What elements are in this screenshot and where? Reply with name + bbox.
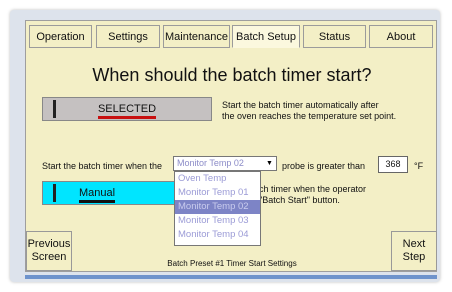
dropdown-option[interactable]: Monitor Temp 01 — [175, 186, 260, 200]
auto-start-button[interactable]: SELECTED — [42, 97, 212, 121]
page-title: When should the batch timer start? — [92, 65, 372, 85]
manual-indicator-bar — [78, 200, 116, 203]
auto-start-description: Start the batch timer automatically afte… — [222, 100, 397, 121]
tab-label: Status — [318, 30, 351, 43]
dropdown-option[interactable]: Monitor Temp 04 — [175, 228, 260, 242]
manual-start-label: Manual — [78, 187, 116, 203]
tab-status[interactable]: Status — [303, 25, 366, 48]
tab-settings[interactable]: Settings — [96, 25, 160, 48]
chevron-down-icon[interactable]: ▼ — [264, 158, 275, 169]
tab-batch-setup[interactable]: Batch Setup — [232, 25, 300, 48]
probe-select-value: Monitor Temp 02 — [177, 158, 244, 168]
manual-start-description: ch timer when the operator "Batch Start"… — [259, 184, 367, 205]
tab-about[interactable]: About — [369, 25, 433, 48]
dropdown-option[interactable]: Monitor Temp 03 — [175, 214, 260, 228]
tab-label: Maintenance — [165, 30, 228, 43]
tab-label: Settings — [108, 30, 148, 43]
dropdown-option[interactable]: Oven Temp — [175, 172, 260, 186]
tab-label: About — [386, 30, 416, 43]
tab-label: Batch Setup — [236, 30, 296, 43]
toggle-notch — [53, 100, 56, 118]
temperature-unit: °F — [414, 161, 424, 171]
auto-start-label: SELECTED — [97, 103, 157, 119]
probe-row-middle: probe is greater than — [282, 161, 366, 171]
probe-dropdown-list[interactable]: Oven Temp Monitor Temp 01 Monitor Temp 0… — [174, 171, 261, 246]
probe-row-prefix: Start the batch timer when the — [42, 161, 163, 171]
selected-indicator-bar — [97, 116, 157, 119]
temperature-input[interactable]: 368 — [378, 156, 408, 173]
dropdown-option-highlighted[interactable]: Monitor Temp 02 — [175, 200, 260, 214]
bottom-accent-bar — [25, 275, 437, 279]
tab-operation[interactable]: Operation — [29, 25, 92, 48]
tab-maintenance[interactable]: Maintenance — [163, 25, 230, 48]
footer-caption: Batch Preset #1 Timer Start Settings — [167, 259, 297, 268]
probe-select[interactable]: Monitor Temp 02 ▼ — [173, 156, 277, 171]
toggle-notch — [53, 184, 56, 202]
batch-setup-panel: Operation Settings Maintenance Batch Set… — [25, 20, 437, 272]
tab-label: Operation — [36, 30, 85, 43]
